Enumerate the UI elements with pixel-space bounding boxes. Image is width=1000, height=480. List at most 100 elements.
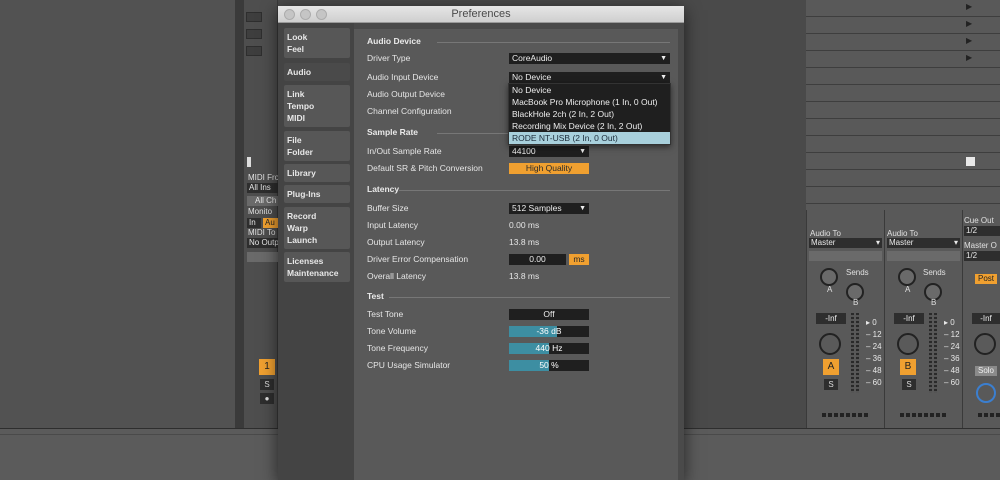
arm-button[interactable]: ● (260, 393, 274, 404)
monitor-auto-button[interactable]: Au (263, 218, 278, 228)
volume-field[interactable]: -Inf (894, 313, 924, 324)
title-bar[interactable]: Preferences (278, 6, 684, 23)
post-button[interactable]: Post (975, 274, 997, 284)
stop-all-clips-icon[interactable] (966, 157, 975, 166)
send-a-knob[interactable] (898, 268, 916, 286)
driver-comp-label: Driver Error Compensation (367, 254, 469, 264)
audio-to-channel[interactable] (809, 251, 882, 261)
cue-out-label: Cue Out (964, 216, 994, 225)
audio-input-value: No Device (512, 72, 552, 82)
tab-plug-ins[interactable]: Plug-Ins (284, 185, 350, 203)
minimize-icon[interactable] (300, 9, 311, 20)
cue-volume-knob[interactable] (976, 383, 996, 403)
solo-button[interactable]: S (902, 379, 916, 390)
audio-to-value: Master (889, 238, 914, 247)
driver-comp-unit[interactable]: ms (569, 254, 589, 265)
tab-licenses-maintenance[interactable]: Licenses Maintenance (284, 252, 350, 282)
solo-button[interactable]: S (824, 379, 838, 390)
play-icon[interactable]: ▶ (966, 2, 972, 11)
pan-knob[interactable] (897, 333, 919, 355)
overall-latency-label: Overall Latency (367, 271, 427, 281)
menu-item-blackhole[interactable]: BlackHole 2ch (2 In, 2 Out) (509, 108, 670, 120)
solo-cue-button[interactable]: Solo (975, 366, 997, 376)
monitor-label: Monito (248, 207, 273, 216)
clip-slot[interactable] (246, 12, 262, 22)
solo-button[interactable]: S (260, 379, 274, 390)
master-volume-field[interactable]: -Inf (972, 313, 1000, 324)
test-tone-toggle[interactable]: Off (509, 309, 589, 320)
menu-item-recording-mix[interactable]: Recording Mix Device (2 In, 2 Out) (509, 120, 670, 132)
monitor-in-button[interactable]: In (247, 218, 261, 228)
tab-library[interactable]: Library (284, 164, 350, 182)
menu-item-macbook-mic[interactable]: MacBook Pro Microphone (1 In, 0 Out) (509, 96, 670, 108)
master-pan-knob[interactable] (974, 333, 996, 355)
audio-input-select[interactable]: No Device ▼ (509, 72, 670, 83)
driver-comp-field[interactable]: 0.00 (509, 254, 566, 265)
play-icon[interactable]: ▶ (966, 19, 972, 28)
audio-input-menu: No Device MacBook Pro Microphone (1 In, … (508, 83, 671, 145)
cue-out-select[interactable]: 1/2 (964, 226, 1000, 236)
sr-conversion-label: Default SR & Pitch Conversion (367, 163, 483, 173)
chevron-down-icon: ▼ (660, 55, 667, 62)
midi-channel-select[interactable]: All Ch (247, 196, 278, 206)
tab-look-feel[interactable]: Look Feel (284, 28, 350, 58)
track-activator-button[interactable]: 1 (259, 359, 275, 375)
tone-frequency-value: 440 Hz (535, 343, 563, 353)
midi-to-label: MIDI To (248, 228, 276, 237)
tone-frequency-slider[interactable]: 440 Hz (509, 343, 589, 354)
driver-type-value: CoreAudio (512, 53, 553, 63)
cpu-usage-slider[interactable]: 50 % (509, 360, 589, 371)
buffer-size-select[interactable]: 512 Samples ▼ (509, 203, 589, 214)
audio-to-label: Audio To (887, 229, 918, 238)
tone-volume-slider[interactable]: -36 dB (509, 326, 589, 337)
output-latency-value: 13.8 ms (509, 237, 540, 247)
driver-type-select[interactable]: CoreAudio ▼ (509, 53, 670, 64)
chevron-down-icon: ▼ (660, 74, 667, 81)
level-meter (856, 313, 859, 393)
clip-slot[interactable] (246, 29, 262, 39)
section-audio-device: Audio Device (367, 36, 421, 46)
audio-to-select[interactable]: Master ▾ (809, 238, 882, 248)
tab-record-warp-launch[interactable]: Record Warp Launch (284, 207, 350, 249)
close-icon[interactable] (284, 9, 295, 20)
driver-type-label: Driver Type (367, 53, 411, 63)
meter-scale: ▸ 0– 12– 24– 36– 48– 60 (944, 318, 960, 387)
play-icon[interactable]: ▶ (966, 36, 972, 45)
tab-file-folder[interactable]: File Folder (284, 131, 350, 161)
audio-to-select[interactable]: Master ▾ (887, 238, 960, 248)
audio-to-channel[interactable] (887, 251, 960, 261)
buffer-size-label: Buffer Size (367, 203, 409, 213)
send-a-label: A (905, 285, 911, 294)
level-meter (929, 313, 932, 393)
midi-to-channel[interactable] (247, 252, 278, 262)
tone-volume-value: -36 dB (536, 326, 562, 336)
cpu-usage-value: 50 % (539, 360, 559, 370)
send-a-knob[interactable] (820, 268, 838, 286)
track-activator-button[interactable]: A (823, 359, 839, 375)
audio-to-label: Audio To (810, 229, 841, 238)
sample-rate-value: 44100 (512, 146, 536, 156)
preferences-window: Preferences Look Feel Audio Link Tempo M… (278, 6, 684, 480)
tab-link-tempo-midi[interactable]: Link Tempo MIDI (284, 85, 350, 127)
sample-rate-label: In/Out Sample Rate (367, 146, 442, 156)
section-latency: Latency (367, 184, 400, 194)
track-status-indicator (822, 413, 868, 417)
menu-item-rode-nt-usb[interactable]: RODE NT-USB (2 In, 0 Out) (509, 132, 670, 144)
send-a-label: A (827, 285, 833, 294)
tone-volume-label: Tone Volume (367, 326, 417, 336)
section-sample-rate: Sample Rate (367, 127, 419, 137)
zoom-icon[interactable] (316, 9, 327, 20)
sample-rate-select[interactable]: 44100 ▼ (509, 146, 589, 157)
pan-knob[interactable] (819, 333, 841, 355)
menu-item-no-device[interactable]: No Device (509, 84, 670, 96)
clip-slot[interactable] (246, 46, 262, 56)
tab-audio[interactable]: Audio (284, 63, 350, 81)
midi-to-select[interactable]: No Outp (247, 238, 278, 248)
volume-field[interactable]: -Inf (816, 313, 846, 324)
track-activator-button[interactable]: B (900, 359, 916, 375)
midi-from-select[interactable]: All Ins (247, 183, 278, 193)
master-out-select[interactable]: 1/2 (964, 251, 1000, 261)
play-icon[interactable]: ▶ (966, 53, 972, 62)
sr-conversion-toggle[interactable]: High Quality (509, 163, 589, 174)
meter-scale: ▸ 0– 12– 24– 36– 48– 60 (866, 318, 882, 387)
